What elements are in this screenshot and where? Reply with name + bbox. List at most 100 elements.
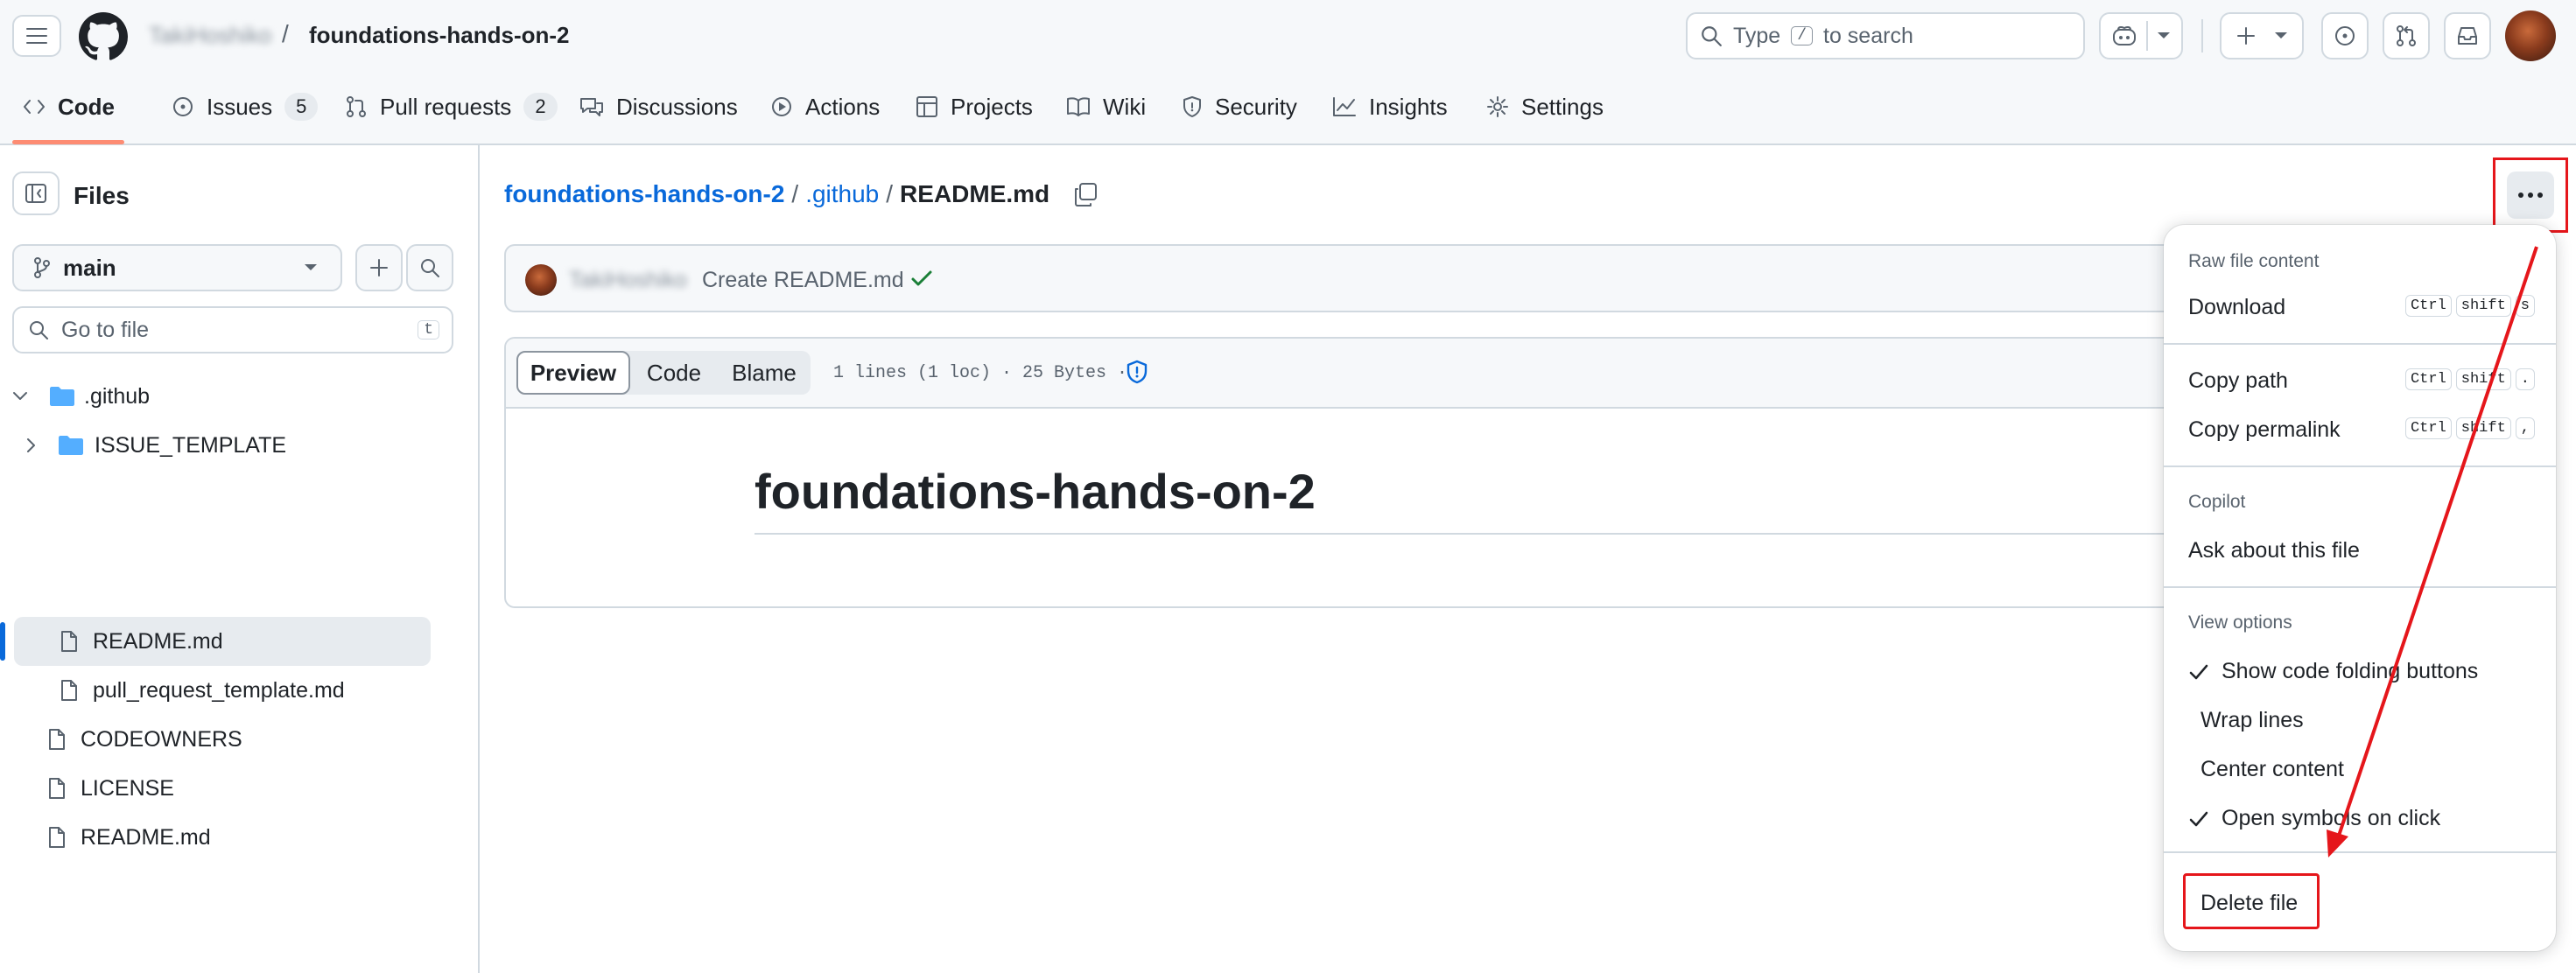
copy-permalink-menu-item[interactable]: Copy permalink [2188,417,2341,443]
inbox-button[interactable] [2444,12,2491,60]
check-icon [910,268,933,289]
readme-heading: foundations-hands-on-2 [755,464,1316,519]
preview-mode-button[interactable]: Preview [516,351,630,395]
tab-issues[interactable]: Issues 5 [172,93,345,121]
table-icon [916,95,938,118]
tree-item-readme-root[interactable]: README.md [47,813,432,862]
repo-tabs: Code Issues 5 Pull requests 2 Discussion… [23,93,1644,121]
tree-item-label: pull_request_template.md [93,677,345,703]
code-icon [23,97,46,116]
tree-item-label: README.md [93,628,223,654]
commit-author[interactable]: TakiHoshiko [569,268,687,293]
branch-icon [33,256,51,279]
latest-commit-bar: TakiHoshiko Create README.md [504,244,2185,312]
download-menu-item[interactable]: Download [2188,295,2285,320]
menu-divider [2164,343,2556,345]
tab-label: Actions [805,93,881,120]
copilot-icon [2111,24,2137,47]
tab-settings[interactable]: Settings [1486,93,1644,121]
graph-icon [1332,96,1357,117]
tab-projects[interactable]: Projects [916,93,1066,121]
copy-path-shortcut: Ctrl shift . [2401,368,2535,390]
breadcrumb: foundations-hands-on-2 / .github / READM… [504,180,1098,208]
chevron-down-icon[interactable] [2157,32,2171,40]
copy-path-icon[interactable] [1072,181,1098,207]
breadcrumb-folder-link[interactable]: .github [805,180,879,208]
tab-label: Discussions [616,93,738,120]
tree-item-github-folder[interactable]: .github [12,372,432,421]
ask-copilot-menu-item[interactable]: Ask about this file [2188,538,2360,564]
file-icon [47,728,67,751]
repo-owner[interactable]: TakiHoshiko [149,22,271,49]
code-mode-button[interactable]: Code [630,351,718,395]
pull-request-icon [2395,24,2418,47]
github-logo-icon[interactable] [79,12,128,61]
hamburger-icon [25,27,48,45]
tab-wiki[interactable]: Wiki [1066,93,1182,121]
copy-path-menu-item[interactable]: Copy path [2188,368,2288,394]
tree-item-label: CODEOWNERS [81,726,242,752]
go-to-file-input[interactable]: Go to file t [12,306,453,354]
check-icon [2188,809,2209,829]
tab-pull-requests[interactable]: Pull requests 2 [345,93,579,121]
tree-item-label: ISSUE_TEMPLATE [95,432,287,458]
option-wrap-lines[interactable]: Wrap lines [2200,708,2304,733]
branch-selector[interactable]: main [12,244,342,291]
tab-code[interactable]: Code [23,93,152,121]
blame-mode-button[interactable]: Blame [718,351,811,395]
search-files-button[interactable] [406,244,453,291]
kbd-key: shift [2455,368,2511,390]
tree-item-codeowners[interactable]: CODEOWNERS [47,715,432,764]
sidebar-title: Files [74,182,130,209]
kbd-key: s [2515,295,2535,317]
gear-icon [1486,95,1509,118]
breadcrumb-file: README.md [900,180,1050,207]
file-icon [47,826,67,849]
commit-author-avatar[interactable] [525,264,557,296]
breadcrumb-repo-link[interactable]: foundations-hands-on-2 [504,180,784,208]
tab-security[interactable]: Security [1182,93,1332,121]
repo-name[interactable]: foundations-hands-on-2 [309,22,570,49]
more-options-button[interactable] [2507,172,2554,219]
menu-divider [2164,466,2556,467]
tab-insights[interactable]: Insights [1332,93,1486,121]
repo-separator: / [282,20,289,47]
option-code-folding[interactable]: Show code folding buttons [2188,659,2478,684]
delete-file-menu-item[interactable]: Delete file [2200,891,2298,916]
avatar[interactable] [2505,10,2556,61]
file-viewer-toolbar: Preview Code Blame 1 lines (1 loc) · 25 … [506,339,2185,409]
collapse-sidebar-button[interactable] [12,172,60,215]
copilot-button[interactable] [2099,12,2183,60]
pull-requests-button[interactable] [2383,12,2430,60]
tree-item-issue-template-folder[interactable]: ISSUE_TEMPLATE [26,421,446,470]
option-center-content[interactable]: Center content [2200,757,2344,782]
tree-item-pr-template[interactable]: pull_request_template.md [60,666,445,715]
issues-button[interactable] [2321,12,2369,60]
search-icon [419,257,440,278]
chevron-right-icon [26,438,51,453]
file-icon [60,679,79,702]
file-options-menu: Raw file content Download Ctrl shift s C… [2164,225,2556,951]
folder-open-icon [49,386,75,407]
tree-item-license[interactable]: LICENSE [47,764,432,813]
menu-button[interactable] [12,15,61,57]
issues-count: 5 [284,93,319,121]
tab-label: Pull requests [380,93,512,120]
copilot-divider [2146,21,2148,51]
option-open-symbols[interactable]: Open symbols on click [2188,806,2440,831]
tab-discussions[interactable]: Discussions [579,93,770,121]
folder-icon [58,435,84,456]
commit-message[interactable]: Create README.md [702,268,904,293]
create-new-button[interactable] [2220,12,2304,60]
search-input[interactable]: Type / to search [1686,12,2085,60]
tree-item-readme-selected[interactable]: README.md [14,617,431,666]
tab-label: Projects [951,93,1033,120]
pull-requests-count: 2 [523,93,558,121]
security-shield-icon[interactable] [1126,360,1148,384]
add-file-button[interactable] [355,244,403,291]
kbd-key: Ctrl [2404,368,2452,390]
tab-label: Insights [1369,93,1448,120]
tab-actions[interactable]: Actions [770,93,916,121]
sidebar-collapse-icon [25,183,47,204]
book-icon [1066,96,1091,117]
